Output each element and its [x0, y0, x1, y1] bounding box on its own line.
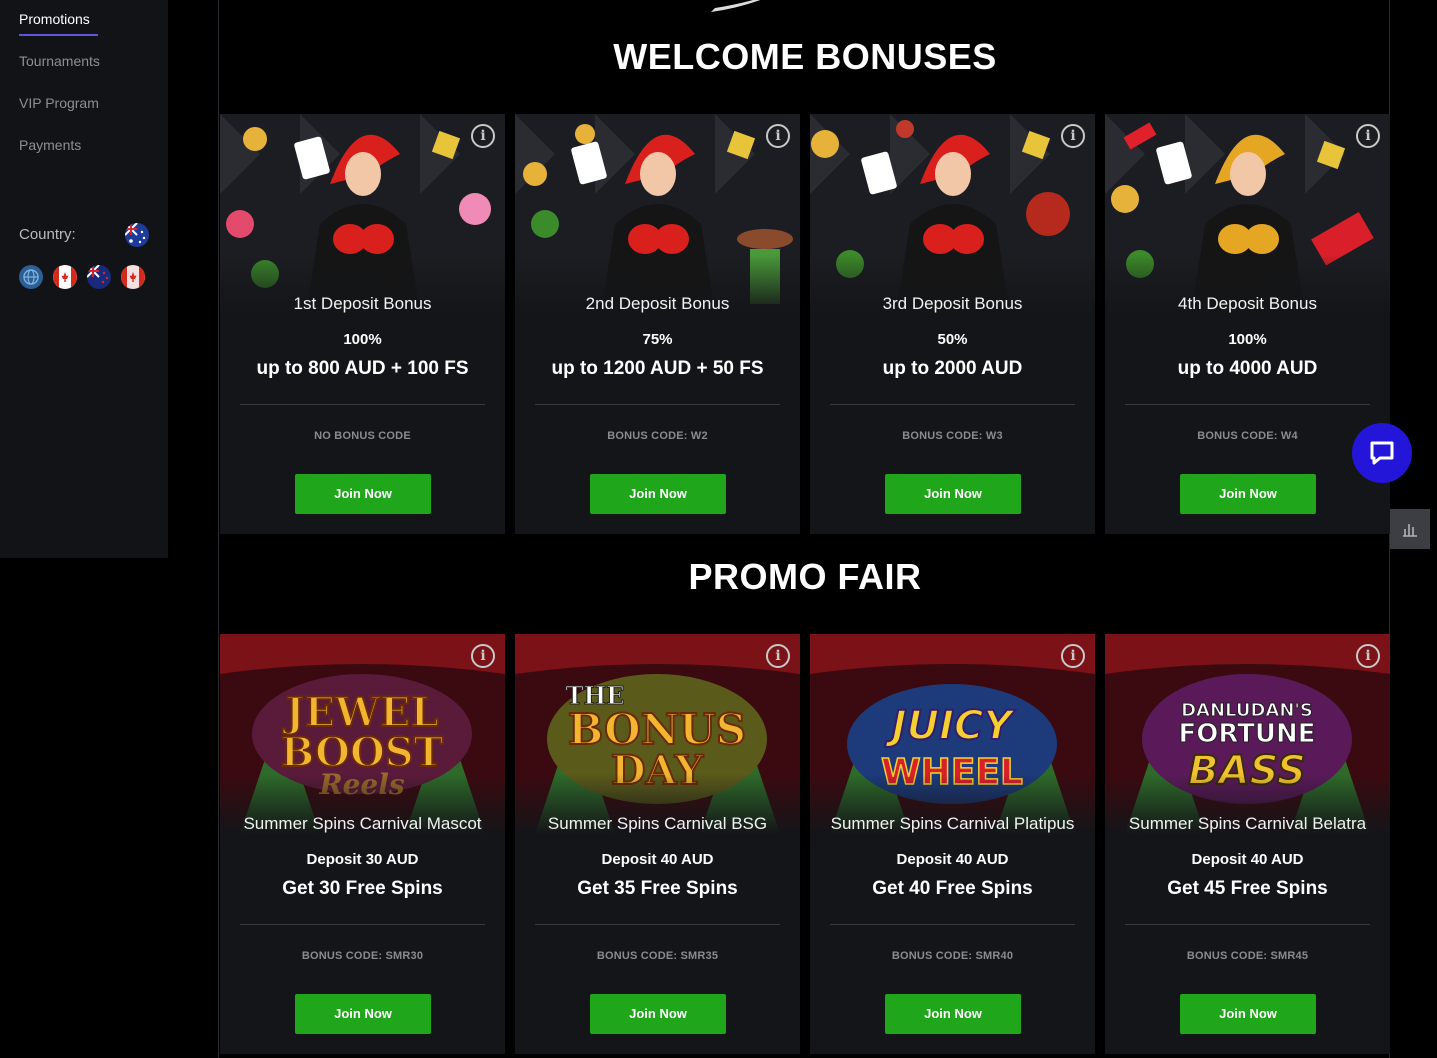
bar-chart-icon [1403, 524, 1417, 537]
sidebar-item-tournaments[interactable]: Tournaments [19, 53, 100, 69]
card-offer: Get 35 Free Spins [577, 878, 738, 899]
card-offer: Get 45 Free Spins [1167, 878, 1328, 899]
bonus-card: i 4th Deposit Bonus 100% up to 4000 AUD … [1105, 114, 1390, 534]
info-icon[interactable]: i [1061, 644, 1085, 668]
card-deposit: Deposit 30 AUD [306, 851, 419, 868]
game-art-image: DANLUDAN'S FORTUNE BASS [1105, 634, 1390, 834]
promo-card: DANLUDAN'S FORTUNE BASS i Summer Spins C… [1105, 634, 1390, 1054]
info-icon[interactable]: i [1061, 124, 1085, 148]
card-title: 4th Deposit Bonus [1178, 294, 1317, 313]
game-art-image: JUICY WHEEL [810, 634, 1095, 834]
card-offer: up to 4000 AUD [1177, 358, 1318, 379]
art-title-line: JUICY [885, 703, 1017, 749]
info-icon[interactable]: i [1356, 644, 1380, 668]
join-now-button[interactable]: Join Now [590, 474, 726, 514]
side-stats-tab[interactable] [1390, 509, 1430, 549]
game-art-image: THE BONUS DAY [515, 634, 800, 834]
card-offer: up to 1200 AUD + 50 FS [551, 358, 764, 379]
card-deposit: Deposit 40 AUD [896, 851, 1009, 868]
card-divider [240, 404, 485, 405]
join-now-button[interactable]: Join Now [885, 994, 1021, 1034]
promo-card: JEWEL BOOST Reels i Summer Spins Carniva… [220, 634, 505, 1054]
bonus-card: i 2nd Deposit Bonus 75% up to 1200 AUD +… [515, 114, 800, 534]
card-percent: 75% [642, 331, 673, 348]
card-divider [830, 404, 1075, 405]
bonus-card: i 1st Deposit Bonus 100% up to 800 AUD +… [220, 114, 505, 534]
card-divider [1125, 924, 1370, 925]
info-icon[interactable]: i [766, 124, 790, 148]
bonus-code: BONUS CODE: SMR40 [891, 950, 1014, 962]
jester-art-image [810, 114, 1095, 314]
promo-fair-title: PROMO FAIR [688, 556, 922, 597]
jester-art-image [1105, 114, 1390, 314]
card-title: Summer Spins Carnival Platipus [830, 814, 1075, 833]
card-divider [240, 924, 485, 925]
card-divider [830, 924, 1075, 925]
bonus-card: i 3rd Deposit Bonus 50% up to 2000 AUD B… [810, 114, 1095, 534]
new-zealand-flag-icon[interactable] [87, 265, 111, 289]
card-offer: Get 40 Free Spins [872, 878, 1033, 899]
bonus-code: BONUS CODE: SMR35 [596, 950, 719, 962]
country-label: Country: [19, 226, 76, 243]
canada-flag-icon[interactable] [53, 265, 77, 289]
sidebar-item-payments[interactable]: Payments [19, 137, 81, 153]
card-offer: up to 2000 AUD [882, 358, 1023, 379]
art-title-line: FORTUNE [1178, 719, 1315, 749]
australia-flag-icon[interactable] [125, 223, 149, 247]
bonus-code: BONUS CODE: SMR30 [301, 950, 424, 962]
card-title: Summer Spins Carnival Mascot [243, 814, 482, 833]
live-chat-button[interactable] [1352, 423, 1412, 483]
card-percent: 100% [1228, 331, 1267, 348]
promo-card: JUICY WHEEL i Summer Spins Carnival Plat… [810, 634, 1095, 1054]
sidebar: Promotions Tournaments VIP Program Payme… [0, 0, 168, 558]
bonus-code: BONUS CODE: SMR45 [1186, 950, 1309, 962]
info-icon[interactable]: i [1356, 124, 1380, 148]
card-title: 1st Deposit Bonus [293, 294, 432, 313]
join-now-button[interactable]: Join Now [885, 474, 1021, 514]
sidebar-item-promotions[interactable]: Promotions [19, 11, 90, 27]
join-now-button[interactable]: Join Now [1180, 474, 1316, 514]
card-deposit: Deposit 40 AUD [1191, 851, 1304, 868]
game-art-image: JEWEL BOOST Reels [220, 634, 505, 834]
join-now-button[interactable]: Join Now [295, 474, 431, 514]
active-nav-underline [19, 34, 98, 36]
join-now-button[interactable]: Join Now [1180, 994, 1316, 1034]
bonus-code: BONUS CODE: W4 [1197, 430, 1298, 442]
globe-icon[interactable] [19, 265, 43, 289]
jester-art-image [515, 114, 800, 314]
card-divider [535, 924, 780, 925]
info-icon[interactable]: i [471, 644, 495, 668]
card-percent: 50% [937, 331, 968, 348]
chat-bubble-icon [1370, 441, 1394, 465]
bonus-code: BONUS CODE: W3 [902, 430, 1003, 442]
card-divider [535, 404, 780, 405]
bonus-code: BONUS CODE: W2 [607, 430, 708, 442]
logo-fragment-icon [711, 0, 761, 12]
info-icon[interactable]: i [766, 644, 790, 668]
join-now-button[interactable]: Join Now [590, 994, 726, 1034]
card-offer: up to 800 AUD + 100 FS [256, 358, 469, 379]
jester-art-image [220, 114, 505, 314]
promo-card: THE BONUS DAY i Summer Spins Carnival BS… [515, 634, 800, 1054]
main-content: WELCOME BONUSES i 1st Deposit Bonus 100%… [218, 0, 1390, 1058]
card-title: Summer Spins Carnival BSG [547, 814, 768, 833]
welcome-bonuses-title: WELCOME BONUSES [613, 36, 997, 77]
canada-flag-icon[interactable] [121, 265, 145, 289]
sidebar-item-vip-program[interactable]: VIP Program [19, 95, 99, 111]
card-offer: Get 30 Free Spins [282, 878, 443, 899]
bonus-code: NO BONUS CODE [314, 430, 411, 442]
card-divider [1125, 404, 1370, 405]
info-icon[interactable]: i [471, 124, 495, 148]
card-deposit: Deposit 40 AUD [601, 851, 714, 868]
join-now-button[interactable]: Join Now [295, 994, 431, 1034]
card-title: 2nd Deposit Bonus [585, 294, 730, 313]
art-title-line: DANLUDAN'S [1181, 700, 1313, 721]
card-percent: 100% [343, 331, 382, 348]
card-title: 3rd Deposit Bonus [882, 294, 1023, 313]
card-title: Summer Spins Carnival Belatra [1128, 814, 1367, 833]
